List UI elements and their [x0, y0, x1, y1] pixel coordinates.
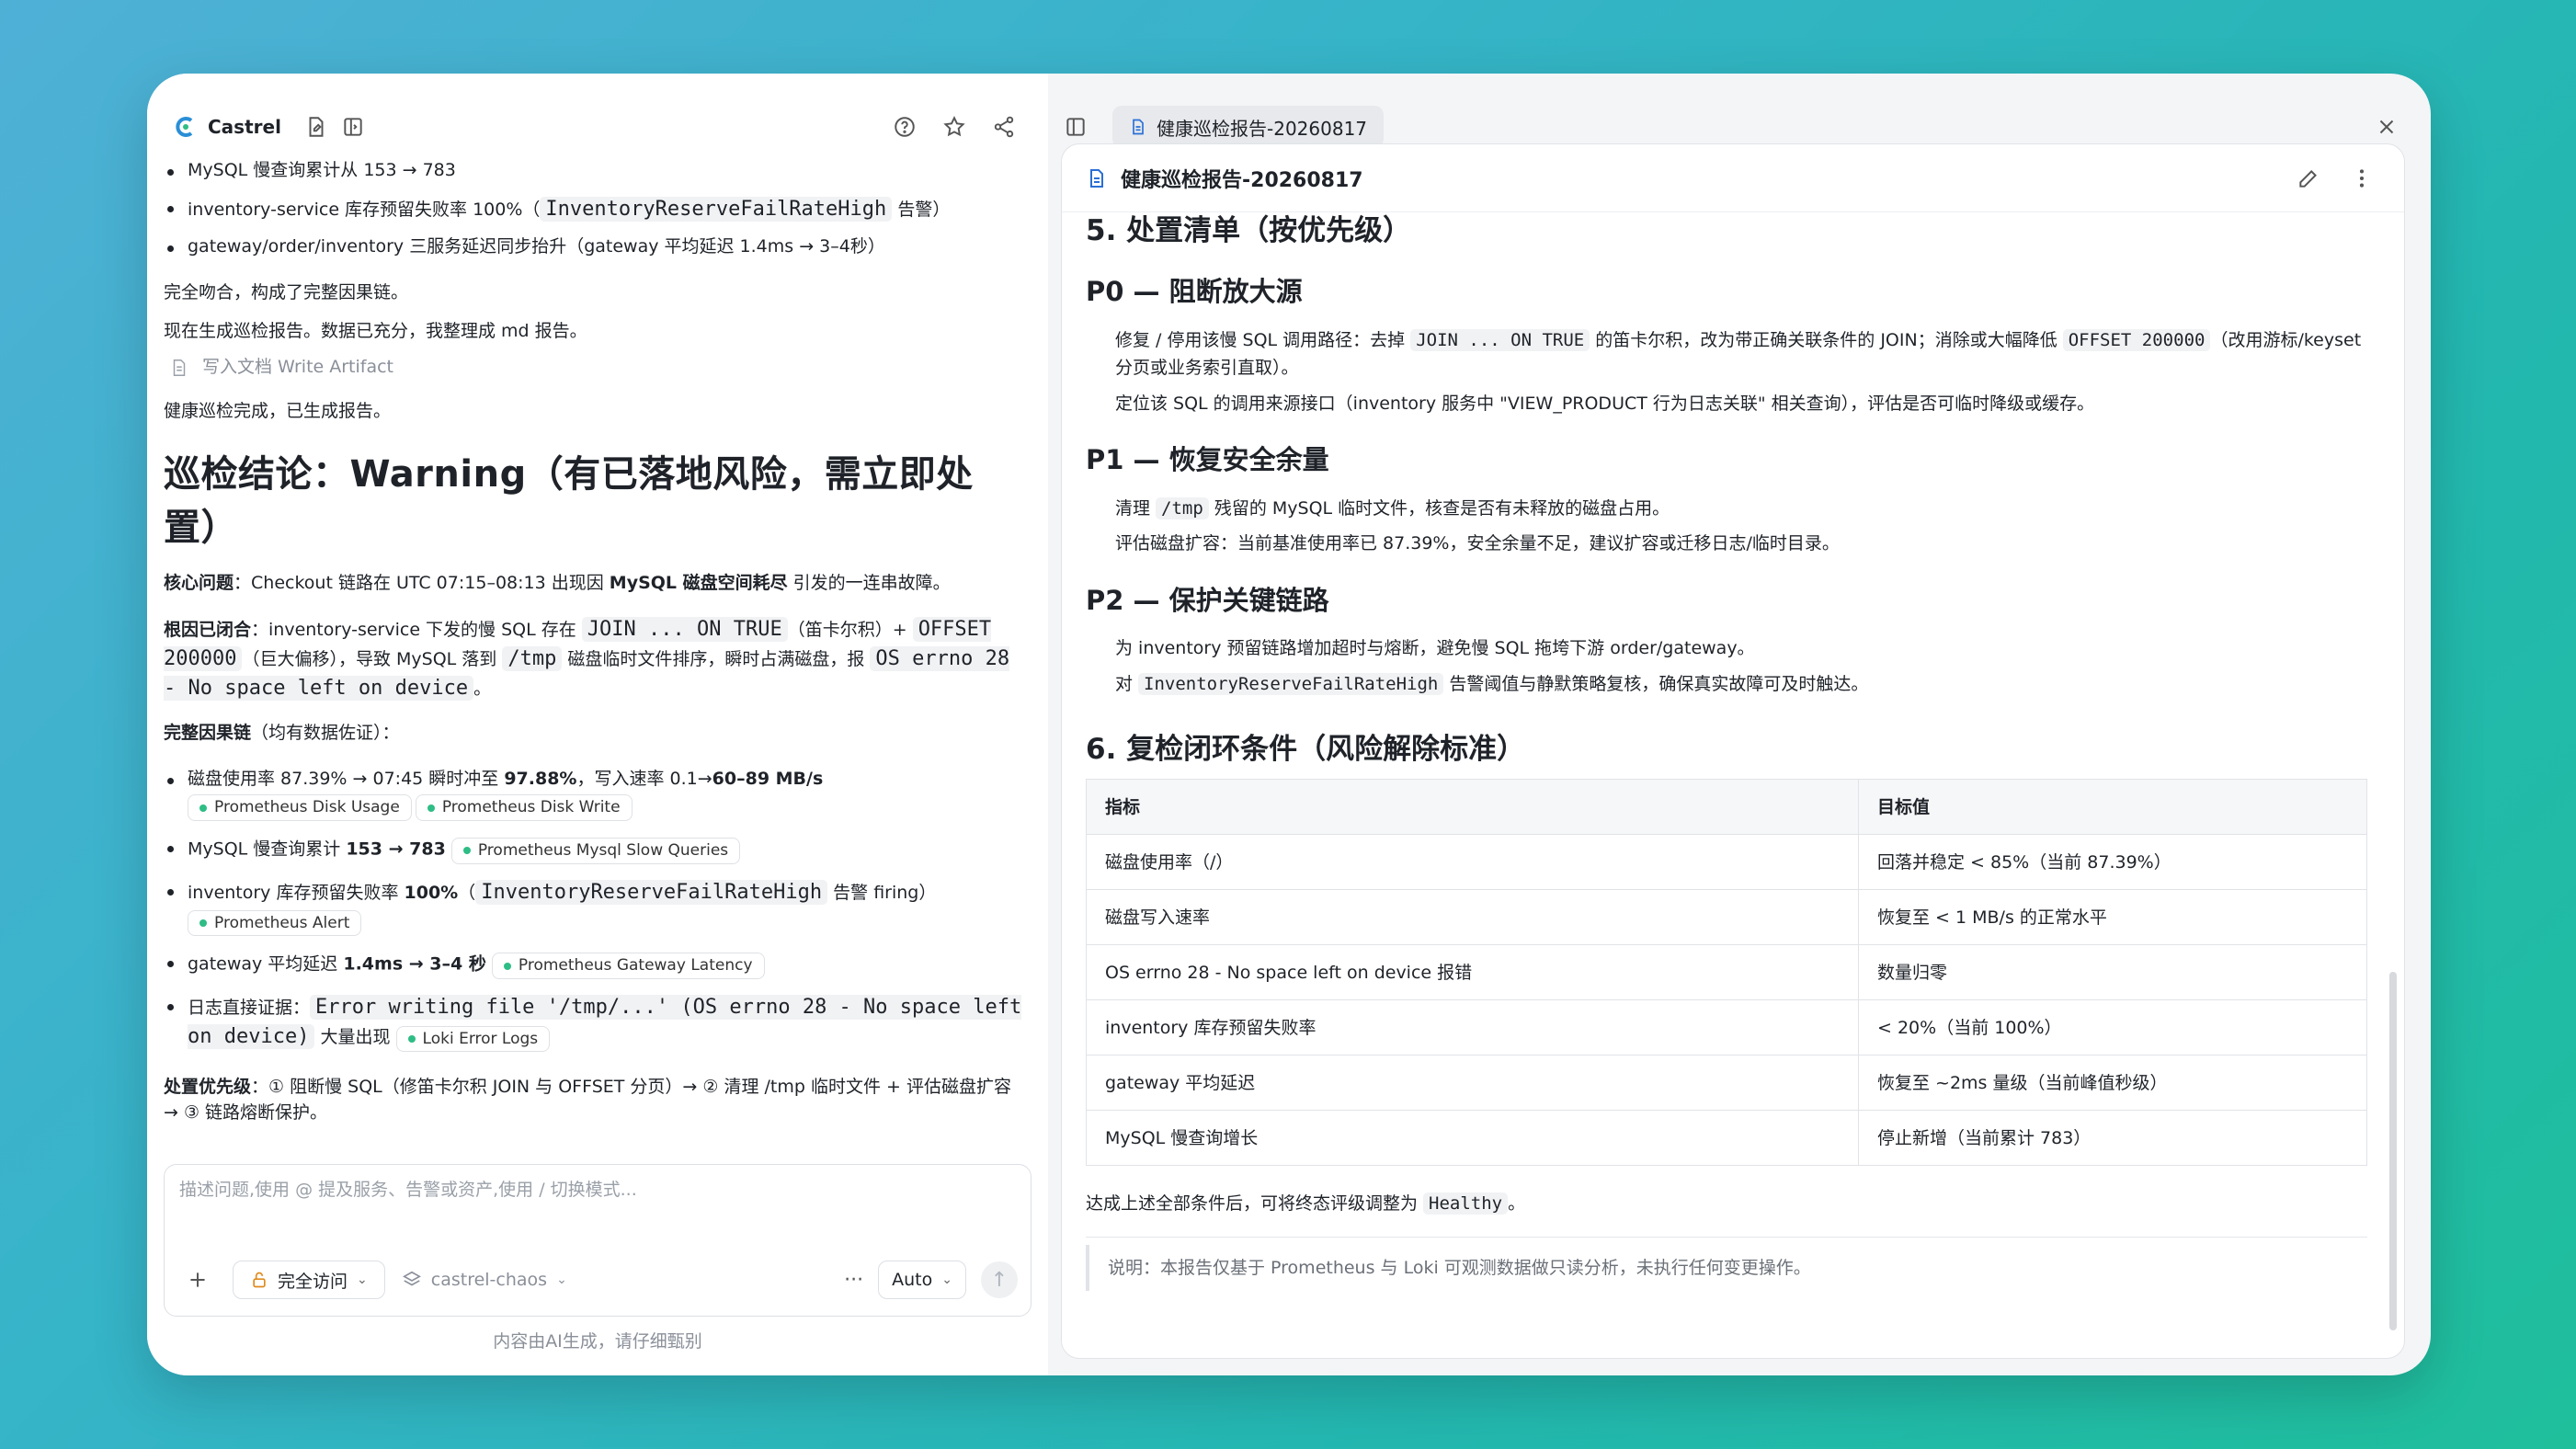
document-icon: [173, 359, 186, 376]
table-row: MySQL 慢查询增长 停止新增（当前累计 783）: [1086, 1110, 2367, 1167]
chat-input-box[interactable]: 描述问题,使用 @ 提及服务、告警或资产,使用 / 切换模式... 完全访问 ⌄…: [164, 1164, 1032, 1317]
priority-text: 处置优先级：① 阻断慢 SQL（修笛卡尔积 JOIN 与 OFFSET 分页）→…: [164, 1077, 1011, 1123]
message-text: 完全吻合，构成了完整因果链。: [164, 281, 409, 302]
disclaimer-note: 说明：本报告仅基于 Prometheus 与 Loki 可观测数据做只读分析，未…: [1086, 1244, 2367, 1292]
star-icon[interactable]: [936, 108, 973, 145]
document-icon: [1133, 119, 1144, 135]
scrollbar[interactable]: [2389, 972, 2397, 1330]
evidence-tag[interactable]: Prometheus Gateway Latency: [491, 953, 765, 979]
chevron-down-icon: ⌄: [556, 1272, 567, 1287]
help-icon[interactable]: [886, 108, 923, 145]
table-header: 指标: [1086, 779, 1859, 836]
doc-paragraph: 修复 / 停用该慢 SQL 调用路径：去掉 JOIN ... ON TRUE 的…: [1115, 328, 2362, 379]
divider: [1086, 1236, 2367, 1238]
tab-artifact[interactable]: 健康巡检报告-20260817: [1112, 106, 1385, 148]
chat-messages: MySQL 慢查询累计从 153 → 783 inventory-service…: [164, 158, 1028, 1215]
table-header: 目标值: [1858, 779, 2367, 836]
table-row: inventory 库存预留失败率 < 20%（当前 100%）: [1086, 999, 2367, 1056]
doc-paragraph: 定位该 SQL 的调用来源接口（inventory 服务中 "VIEW_PROD…: [1115, 393, 2095, 414]
edit-icon[interactable]: [2290, 160, 2327, 197]
section-heading: 5. 处置清单（按优先级）: [1086, 214, 1412, 247]
document-icon: [1090, 168, 1103, 188]
table-row: gateway 平均延迟 恢复至 ~2ms 量级（当前峰值秒级）: [1086, 1055, 2367, 1112]
new-chat-icon[interactable]: [298, 108, 335, 145]
chevron-down-icon: ⌄: [357, 1272, 368, 1287]
artifact-title: 健康巡检报告-20260817: [1121, 168, 1363, 192]
subsection-heading: P0 — 阻断放大源: [1086, 276, 1303, 308]
subsection-heading: P1 — 恢复安全余量: [1086, 444, 1329, 476]
chat-input[interactable]: 描述问题,使用 @ 提及服务、告警或资产,使用 / 切换模式...: [179, 1176, 637, 1201]
doc-paragraph: 清理 /tmp 残留的 MySQL 临时文件，核查是否有未释放的磁盘占用。: [1115, 496, 1670, 519]
more-vertical-icon[interactable]: [2343, 160, 2380, 197]
core-issue: 核心问题：Checkout 链路在 UTC 07:15–08:13 出现因 My…: [164, 573, 951, 594]
send-button[interactable]: ↑: [981, 1261, 1018, 1298]
alert-code: InventoryReserveFailRateHigh: [540, 196, 893, 222]
list-item: 磁盘使用率 87.39% → 07:45 瞬时冲至 97.88%，写入速率 0.…: [164, 767, 1028, 824]
artifact-card: 健康巡检报告-20260817 5. 处置清单（按优先级） P0 — 阻断放大源…: [1061, 143, 2405, 1359]
list-item: gateway 平均延迟 1.4ms → 3–4 秒 Prometheus Ga…: [164, 950, 1028, 982]
conclusion-heading: 巡检结论：Warning（有已落地风险，需立即处置）: [164, 453, 974, 550]
intro-list: MySQL 慢查询累计从 153 → 783 inventory-service…: [164, 158, 1028, 260]
causal-chain-list: 磁盘使用率 87.39% → 07:45 瞬时冲至 97.88%，写入速率 0.…: [164, 767, 1028, 1055]
more-options-button[interactable]: ···: [844, 1269, 863, 1292]
doc-paragraph: 评估磁盘扩容：当前基准使用率已 87.39%，安全余量不足，建议扩容或迁移日志/…: [1115, 533, 1840, 554]
doc-paragraph: 为 inventory 预留链路增加超时与熔断，避免慢 SQL 拖垮下游 ord…: [1115, 638, 1755, 659]
panel-toggle-icon[interactable]: [335, 108, 371, 145]
share-icon[interactable]: [986, 108, 1022, 145]
chat-pane: Castrel MySQL 慢查询累计从 153 → 783 inventory…: [147, 74, 1048, 1375]
artifact-header: 健康巡检报告-20260817: [1062, 144, 2404, 212]
chevron-down-icon: ⌄: [941, 1272, 952, 1287]
evidence-tag[interactable]: Prometheus Disk Usage: [188, 794, 412, 822]
sidebar-toggle-icon[interactable]: [1057, 108, 1094, 145]
ai-disclaimer: 内容由AI生成，请仔细甄别: [493, 1331, 702, 1352]
table-row: 磁盘使用率（/） 回落并稳定 < 85%（当前 87.39%）: [1086, 834, 2367, 891]
app-name: Castrel: [208, 116, 281, 138]
list-item: 日志直接证据： Error writing file '/tmp/...' (OS…: [164, 993, 1028, 1055]
close-icon[interactable]: [2368, 108, 2405, 145]
subsection-heading: P2 — 保护关键链路: [1086, 584, 1329, 616]
list-item: MySQL 慢查询累计从 153 → 783: [164, 158, 1028, 184]
list-item: gateway/order/inventory 三服务延迟同步抬升（gatewa…: [164, 234, 1028, 260]
message-text: 现在生成巡检报告。数据已充分，我整理成 md 报告。: [164, 320, 587, 341]
evidence-tag[interactable]: Prometheus Mysql Slow Queries: [450, 838, 741, 864]
table-row: 磁盘写入速率 恢复至 < 1 MB/s 的正常水平: [1086, 889, 2367, 946]
doc-paragraph: 对 InventoryReserveFailRateHigh 告警阈值与静默策略…: [1115, 672, 1869, 695]
layers-icon: [402, 1271, 421, 1286]
brand[interactable]: Castrel: [173, 115, 281, 139]
mode-dropdown[interactable]: Auto ⌄: [878, 1261, 966, 1299]
app-window: Castrel MySQL 慢查询累计从 153 → 783 inventory…: [147, 74, 2431, 1375]
chat-toolbar: Castrel: [173, 94, 1022, 160]
list-item: MySQL 慢查询累计 153 → 783 Prometheus Mysql S…: [164, 835, 1028, 867]
list-item: inventory 库存预留失败率 100%（ InventoryReserveF…: [164, 878, 1028, 940]
castrel-logo-icon: [176, 117, 193, 137]
evidence-tag[interactable]: Loki Error Logs: [395, 1025, 551, 1053]
section-heading: 6. 复检闭环条件（风险解除标准）: [1086, 733, 1526, 767]
doc-paragraph: 达成上述全部条件后，可将终态评级调整为 Healthy。: [1086, 1192, 1526, 1215]
lock-icon: [253, 1272, 266, 1288]
recheck-table: 指标 目标值 磁盘使用率（/） 回落并稳定 < 85%（当前 87.39%） 磁盘…: [1086, 779, 2367, 1167]
evidence-tag[interactable]: Prometheus Disk Write: [415, 794, 633, 822]
tool-call[interactable]: 写入文档 Write Artifact: [169, 355, 1028, 381]
evidence-tag[interactable]: Prometheus Alert: [188, 909, 362, 937]
artifact-document: 5. 处置清单（按优先级） P0 — 阻断放大源 修复 / 停用该慢 SQL 调…: [1086, 212, 2367, 1358]
table-header-row: 指标 目标值: [1086, 779, 2367, 836]
tool-call-label: 写入文档 Write Artifact: [202, 357, 394, 378]
table-row: OS errno 28 - No space left on device 报错…: [1086, 944, 2367, 1001]
workspace-dropdown[interactable]: castrel-chaos ⌄: [402, 1270, 567, 1290]
root-cause: 根因已闭合：inventory-service 下发的慢 SQL 存在 JOIN…: [164, 616, 1010, 701]
access-dropdown[interactable]: 完全访问 ⌄: [233, 1261, 385, 1299]
chain-heading: 完整因果链（均有数据佐证）：: [164, 723, 400, 744]
message-text: 健康巡检完成，已生成报告。: [164, 400, 392, 421]
add-icon[interactable]: [179, 1261, 216, 1298]
list-item: inventory-service 库存预留失败率 100%（ Inventory…: [164, 195, 1028, 224]
